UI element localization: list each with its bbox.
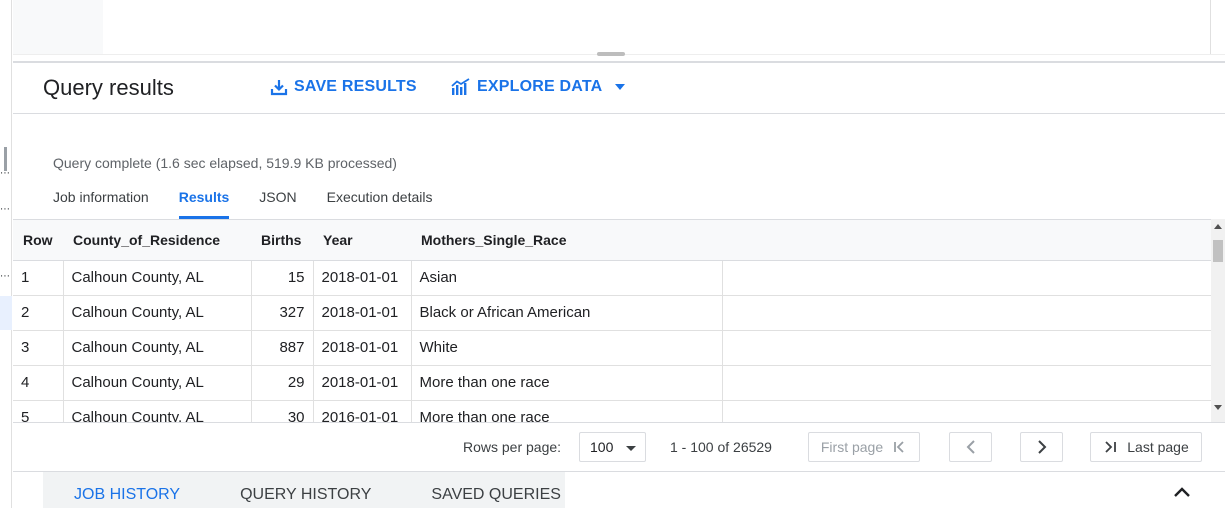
cell-race: More than one race <box>411 400 723 422</box>
table-row: 5 Calhoun County, AL 30 2016-01-01 More … <box>13 400 1211 422</box>
left-panel-edge: ⋯ ⋯ ⋯ <box>0 0 12 508</box>
results-header: Query results SAVE RESULTS EXPLORE DATA <box>13 63 1225 114</box>
cell-births: 15 <box>251 260 314 296</box>
cell-year: 2018-01-01 <box>313 295 412 331</box>
cell-year: 2016-01-01 <box>313 400 412 422</box>
chevron-left-icon <box>966 440 975 454</box>
last-page-icon <box>1105 441 1117 453</box>
caret-down-icon <box>615 84 626 90</box>
caret-down-icon <box>626 446 636 451</box>
selected-item-highlight <box>0 296 12 330</box>
table-header-row: Row County_of_Residence Births Year Moth… <box>13 220 1211 261</box>
column-header-race: Mothers_Single_Race <box>411 220 722 261</box>
cell-county: Calhoun County, AL <box>63 400 252 422</box>
cell-county: Calhoun County, AL <box>63 365 252 401</box>
scroll-up-icon[interactable] <box>1214 224 1222 229</box>
cell-filler <box>722 260 1211 296</box>
first-page-label: First page <box>820 439 884 455</box>
last-page-label: Last page <box>1127 439 1189 455</box>
first-page-icon <box>894 441 904 453</box>
next-page-button[interactable] <box>1020 432 1063 462</box>
tab-execution-details[interactable]: Execution details <box>327 189 433 219</box>
download-icon <box>270 80 288 96</box>
cell-year: 2018-01-01 <box>313 365 412 401</box>
column-header-filler <box>722 220 1211 261</box>
table-row: 2 Calhoun County, AL 327 2018-01-01 Blac… <box>13 295 1211 331</box>
column-header-county: County_of_Residence <box>63 220 251 261</box>
more-dots-icon: ⋯ <box>0 271 10 282</box>
previous-page-button[interactable] <box>949 432 992 462</box>
cell-race: White <box>411 330 723 366</box>
cell-county: Calhoun County, AL <box>63 295 252 331</box>
tab-job-information[interactable]: Job information <box>53 189 149 219</box>
rows-per-page-value: 100 <box>590 439 614 455</box>
explore-data-button[interactable]: EXPLORE DATA <box>451 78 626 96</box>
table-row: 4 Calhoun County, AL 29 2018-01-01 More … <box>13 365 1211 401</box>
pagination-bar: Rows per page: 100 1 - 100 of 26529 Firs… <box>13 422 1225 470</box>
results-table: Row County_of_Residence Births Year Moth… <box>13 220 1211 422</box>
scrollbar-thumb[interactable] <box>1213 240 1223 262</box>
tab-json[interactable]: JSON <box>259 189 296 219</box>
cell-row: 4 <box>13 365 64 401</box>
tab-results[interactable]: Results <box>178 189 229 219</box>
column-header-year: Year <box>313 220 411 261</box>
save-results-button[interactable]: SAVE RESULTS <box>270 78 417 96</box>
editor-gutter <box>13 0 103 54</box>
rows-per-page-select[interactable]: 100 <box>579 432 646 462</box>
chart-icon <box>451 78 470 95</box>
editor-resize-handle[interactable] <box>597 52 625 56</box>
first-page-button[interactable]: First page <box>808 432 920 462</box>
cell-filler <box>722 330 1211 366</box>
save-results-label: SAVE RESULTS <box>294 78 417 95</box>
results-table-container[interactable]: Row County_of_Residence Births Year Moth… <box>13 219 1211 422</box>
chevron-right-icon <box>1037 440 1046 454</box>
chevron-up-icon[interactable] <box>1173 486 1191 498</box>
tab-job-history[interactable]: JOB HISTORY <box>74 472 180 508</box>
page-range: 1 - 100 of 26529 <box>670 439 772 455</box>
tab-saved-queries[interactable]: SAVED QUERIES <box>431 472 561 508</box>
history-bar: JOB HISTORY QUERY HISTORY SAVED QUERIES <box>13 471 1225 508</box>
cell-births: 327 <box>251 295 314 331</box>
cell-row: 2 <box>13 295 64 331</box>
column-header-row: Row <box>13 220 63 261</box>
query-status: Query complete (1.6 sec elapsed, 519.9 K… <box>53 155 397 171</box>
cell-race: Asian <box>411 260 723 296</box>
table-row: 1 Calhoun County, AL 15 2018-01-01 Asian <box>13 260 1211 296</box>
page-title: Query results <box>43 75 174 100</box>
cell-row: 1 <box>13 260 64 296</box>
cell-row: 3 <box>13 330 64 366</box>
cell-county: Calhoun County, AL <box>63 330 252 366</box>
cell-filler <box>722 295 1211 331</box>
cell-filler <box>722 365 1211 401</box>
editor-border <box>1210 0 1211 54</box>
history-tabs: JOB HISTORY QUERY HISTORY SAVED QUERIES <box>43 472 565 508</box>
cell-births: 30 <box>251 400 314 422</box>
rows-per-page-label: Rows per page: <box>463 439 562 455</box>
cell-filler <box>722 400 1211 422</box>
more-dots-icon: ⋯ <box>0 168 10 179</box>
column-header-births: Births <box>251 220 313 261</box>
last-page-button[interactable]: Last page <box>1090 432 1202 462</box>
bigquery-results-panel: ⋯ ⋯ ⋯ Query results SAVE RESULTS EXPLORE… <box>0 0 1225 508</box>
more-dots-icon: ⋯ <box>0 204 10 215</box>
table-row: 3 Calhoun County, AL 887 2018-01-01 Whit… <box>13 330 1211 366</box>
results-tabs: Job information Results JSON Execution d… <box>53 189 462 219</box>
explore-data-label: EXPLORE DATA <box>477 78 603 95</box>
cell-race: Black or African American <box>411 295 723 331</box>
table-scrollbar[interactable] <box>1211 219 1225 422</box>
cell-row: 5 <box>13 400 64 422</box>
scroll-down-icon[interactable] <box>1214 405 1222 410</box>
cell-births: 29 <box>251 365 314 401</box>
cell-race: More than one race <box>411 365 723 401</box>
cell-births: 887 <box>251 330 314 366</box>
cell-county: Calhoun County, AL <box>63 260 252 296</box>
cell-year: 2018-01-01 <box>313 330 412 366</box>
tab-query-history[interactable]: QUERY HISTORY <box>240 472 371 508</box>
cell-year: 2018-01-01 <box>313 260 412 296</box>
